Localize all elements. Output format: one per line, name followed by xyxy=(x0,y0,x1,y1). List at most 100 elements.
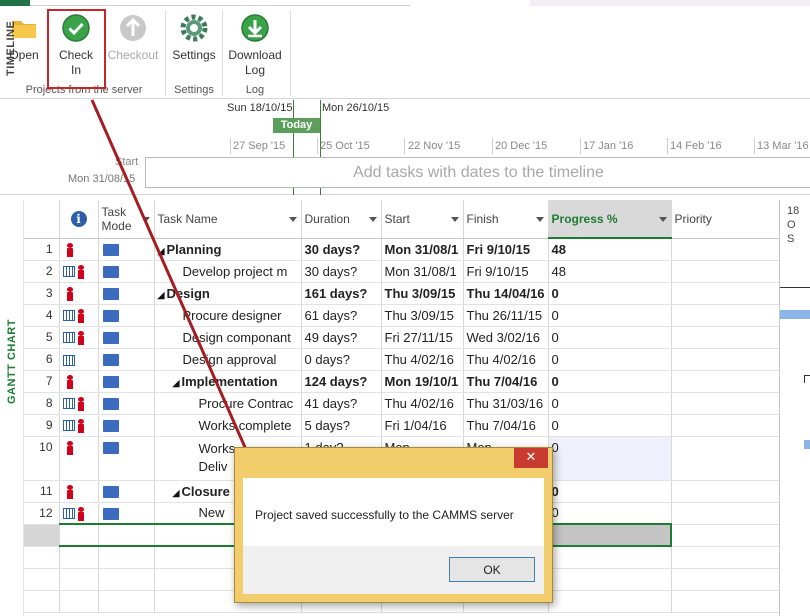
task-name-cell[interactable]: Design approval xyxy=(154,348,302,371)
chevron-down-icon[interactable] xyxy=(141,217,150,222)
task-mode-cell[interactable] xyxy=(98,348,155,371)
collapse-triangle-icon[interactable]: ◢ xyxy=(173,378,182,389)
task-mode-cell[interactable] xyxy=(98,282,155,305)
priority-cell[interactable] xyxy=(671,304,783,327)
row-number[interactable]: 12 xyxy=(24,502,60,525)
task-name-cell[interactable]: Design componant xyxy=(154,326,302,349)
priority-cell[interactable] xyxy=(671,348,783,371)
start-cell[interactable]: Mon 19/10/1 xyxy=(381,370,464,393)
task-mode-header[interactable]: Task Mode xyxy=(98,200,155,239)
task-name-cell[interactable]: ◢ Planning xyxy=(154,238,302,261)
finish-cell[interactable]: Thu 31/03/16 xyxy=(463,392,549,415)
row-number[interactable]: 3 xyxy=(24,282,60,305)
collapse-triangle-icon[interactable]: ◢ xyxy=(158,290,167,301)
collapse-triangle-icon[interactable]: ◢ xyxy=(158,246,167,257)
priority-cell[interactable] xyxy=(671,502,783,525)
table-row[interactable]: 6 Design approval 0 days? Thu 4/02/16 Th… xyxy=(24,348,783,371)
row-number[interactable] xyxy=(24,524,60,547)
task-mode-cell[interactable] xyxy=(98,238,155,261)
chevron-down-icon[interactable] xyxy=(368,217,377,222)
row-number-header[interactable] xyxy=(24,200,60,239)
task-mode-cell[interactable] xyxy=(98,304,155,327)
finish-cell[interactable]: Thu 7/04/16 xyxy=(463,370,549,393)
chevron-down-icon[interactable] xyxy=(450,217,459,222)
progress-cell[interactable]: 0 xyxy=(548,414,672,437)
indicators-header[interactable]: i xyxy=(59,200,99,239)
chevron-down-icon[interactable] xyxy=(288,217,297,222)
finish-cell[interactable]: Fri 9/10/15 xyxy=(463,238,549,261)
finish-cell[interactable]: Thu 7/04/16 xyxy=(463,414,549,437)
row-number[interactable]: 1 xyxy=(24,238,60,261)
priority-cell[interactable] xyxy=(671,480,783,503)
priority-cell[interactable] xyxy=(671,282,783,305)
row-number[interactable]: 2 xyxy=(24,260,60,283)
priority-header[interactable]: Priority xyxy=(671,200,783,239)
task-name-cell[interactable]: Develop project m xyxy=(154,260,302,283)
ok-button[interactable]: OK xyxy=(449,557,535,582)
progress-cell[interactable]: 0 xyxy=(548,304,672,327)
checkout-button[interactable]: Checkout xyxy=(106,12,160,82)
progress-header[interactable]: Progress % xyxy=(548,200,672,239)
start-cell[interactable]: Fri 27/11/15 xyxy=(381,326,464,349)
duration-cell[interactable]: 61 days? xyxy=(301,304,382,327)
table-row[interactable]: 5 Design componant 49 days? Fri 27/11/15… xyxy=(24,326,783,349)
start-cell[interactable]: Fri 1/04/16 xyxy=(381,414,464,437)
table-row[interactable]: 2 Develop project m 30 days? Mon 31/08/1… xyxy=(24,260,783,283)
task-mode-cell[interactable] xyxy=(98,436,155,481)
download-log-button[interactable]: Download Log xyxy=(225,12,285,82)
task-mode-cell[interactable] xyxy=(98,370,155,393)
task-mode-cell[interactable] xyxy=(98,326,155,349)
collapse-triangle-icon[interactable]: ◢ xyxy=(173,488,182,499)
progress-cell[interactable]: 0 xyxy=(548,326,672,349)
priority-cell[interactable] xyxy=(671,260,783,283)
duration-cell[interactable]: 30 days? xyxy=(301,238,382,261)
row-number[interactable]: 10 xyxy=(24,436,60,481)
row-number[interactable]: 6 xyxy=(24,348,60,371)
duration-cell[interactable]: 30 days? xyxy=(301,260,382,283)
duration-header[interactable]: Duration xyxy=(301,200,382,239)
start-cell[interactable]: Thu 3/09/15 xyxy=(381,282,464,305)
gantt-chart-area[interactable] xyxy=(779,200,810,616)
task-name-cell[interactable]: Procure designer xyxy=(154,304,302,327)
progress-cell[interactable]: 0 xyxy=(548,480,672,503)
start-cell[interactable]: Mon 31/08/1 xyxy=(381,238,464,261)
chevron-down-icon[interactable] xyxy=(658,217,667,222)
duration-cell[interactable]: 124 days? xyxy=(301,370,382,393)
task-name-header[interactable]: Task Name xyxy=(154,200,302,239)
finish-cell[interactable]: Wed 3/02/16 xyxy=(463,326,549,349)
finish-cell[interactable]: Thu 26/11/15 xyxy=(463,304,549,327)
priority-cell[interactable] xyxy=(671,238,783,261)
start-cell[interactable]: Thu 4/02/16 xyxy=(381,348,464,371)
finish-cell[interactable]: Fri 9/10/15 xyxy=(463,260,549,283)
table-row[interactable]: 1 ◢Planning 30 days? Mon 31/08/1 Fri 9/1… xyxy=(24,238,783,261)
priority-cell[interactable] xyxy=(671,326,783,349)
settings-button[interactable]: Settings xyxy=(169,12,219,82)
row-number[interactable]: 8 xyxy=(24,392,60,415)
task-mode-cell[interactable] xyxy=(98,392,155,415)
priority-cell[interactable] xyxy=(671,370,783,393)
task-mode-cell[interactable] xyxy=(98,260,155,283)
table-row[interactable]: 8 Procure Contrac 41 days? Thu 4/02/16 T… xyxy=(24,392,783,415)
duration-cell[interactable]: 5 days? xyxy=(301,414,382,437)
start-cell[interactable]: Thu 3/09/15 xyxy=(381,304,464,327)
progress-cell[interactable]: 48 xyxy=(548,238,672,261)
timeline-pane[interactable]: Sun 18/10/15 Mon 26/10/15 27 Sep '15 25 … xyxy=(0,100,810,195)
duration-cell[interactable]: 0 days? xyxy=(301,348,382,371)
task-name-cell[interactable]: Procure Contrac xyxy=(154,392,302,415)
progress-cell[interactable]: 0 xyxy=(548,392,672,415)
progress-cell[interactable]: 0 xyxy=(548,348,672,371)
priority-cell[interactable] xyxy=(671,392,783,415)
chevron-down-icon[interactable] xyxy=(535,217,544,222)
duration-cell[interactable]: 41 days? xyxy=(301,392,382,415)
task-mode-cell[interactable] xyxy=(98,523,155,547)
progress-cell[interactable]: 0 xyxy=(548,282,672,305)
priority-cell[interactable] xyxy=(671,436,783,481)
timeline-bar[interactable]: Add tasks with dates to the timeline xyxy=(145,157,810,188)
task-name-cell[interactable]: ◢ Design xyxy=(154,282,302,305)
progress-cell[interactable]: 0 xyxy=(548,370,672,393)
duration-cell[interactable]: 49 days? xyxy=(301,326,382,349)
row-number[interactable]: 9 xyxy=(24,414,60,437)
progress-cell[interactable]: 0 xyxy=(548,436,672,481)
row-number[interactable]: 11 xyxy=(24,480,60,503)
finish-header[interactable]: Finish xyxy=(463,200,549,239)
